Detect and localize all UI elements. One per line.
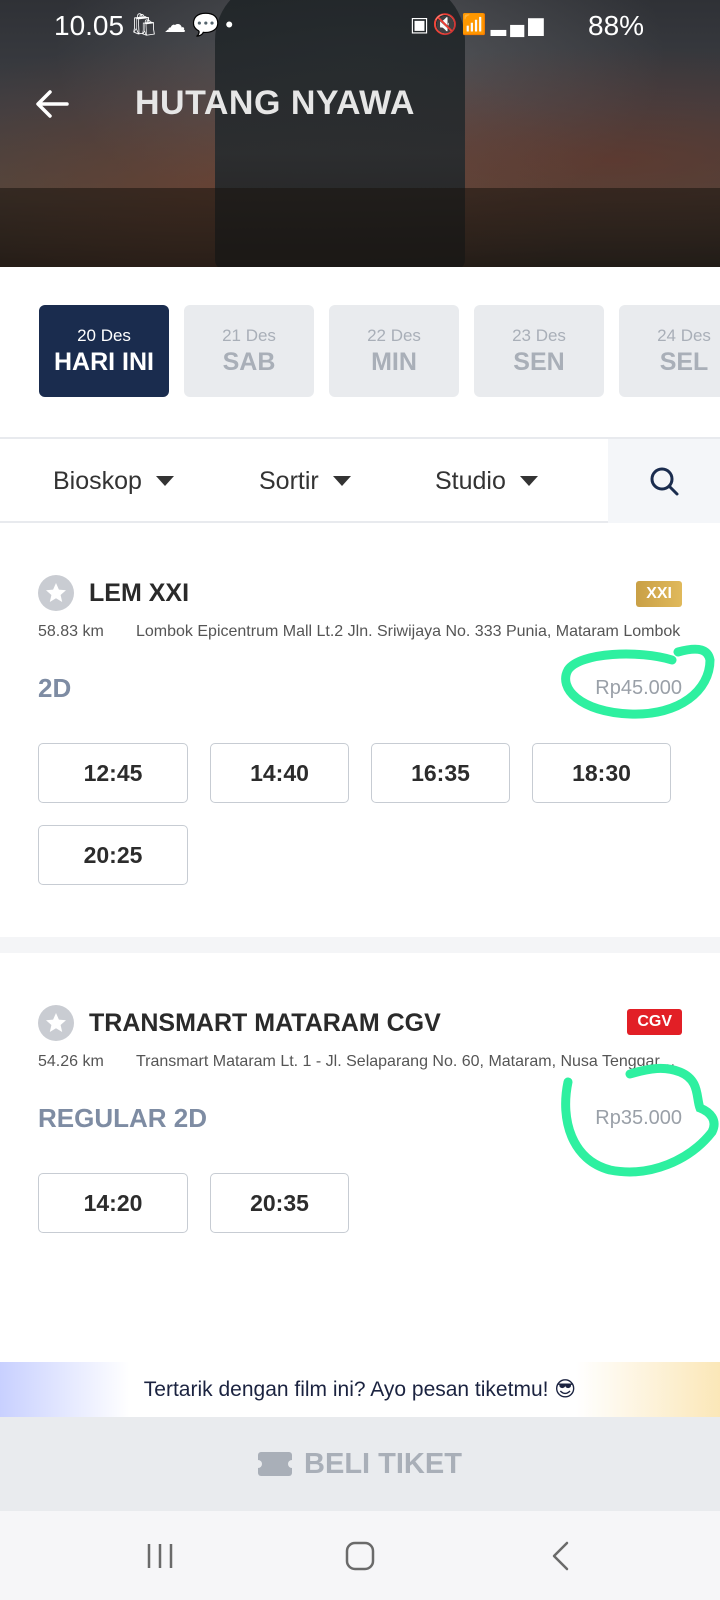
filter-bar: Bioskop Sortir Studio — [0, 439, 720, 523]
favorite-star-button[interactable] — [38, 575, 74, 611]
cinema-filter-dropdown[interactable]: Bioskop — [53, 439, 174, 523]
cinema-filter-label: Bioskop — [53, 466, 142, 495]
recent-apps-button[interactable] — [120, 1511, 200, 1600]
page-title: HUTANG NYAWA — [135, 84, 415, 122]
showtime-button[interactable]: 14:40 — [210, 743, 349, 803]
app-root: { "status_bar": { "time": "10.05", "batt… — [0, 0, 720, 1600]
date-label: 24 Des — [657, 325, 711, 345]
star-icon — [46, 1013, 66, 1032]
cinema-address: Transmart Mataram Lt. 1 - Jl. Selaparang… — [136, 1053, 684, 1070]
cinema-card-lem-xxi: LEM XXI XXI 58.83 km Lombok Epicentrum M… — [0, 523, 720, 937]
promo-text: Tertarik dengan film ini? Ayo pesan tike… — [143, 1378, 577, 1401]
day-label: SAB — [222, 347, 276, 376]
arrow-left-icon — [36, 90, 69, 118]
day-label: MIN — [371, 347, 417, 376]
search-icon — [650, 467, 679, 496]
date-tab-today[interactable]: 20 Des HARI INI — [39, 305, 169, 397]
ticket-icon — [254, 1452, 297, 1476]
showtime-button[interactable]: 18:30 — [532, 743, 671, 803]
date-tab[interactable]: 22 Des MIN — [329, 305, 459, 397]
date-selector: 20 Des HARI INI 21 Des SAB 22 Des MIN 23… — [0, 267, 720, 439]
banner-shade — [0, 188, 720, 267]
system-back-button[interactable] — [520, 1511, 600, 1600]
ticket-price: Rp35.000 — [595, 1107, 682, 1129]
day-label: SEN — [513, 347, 565, 376]
studio-filter-label: Studio — [435, 466, 506, 495]
date-tab[interactable]: 23 Des SEN — [474, 305, 604, 397]
sort-label: Sortir — [259, 466, 319, 495]
dot-icon: • — [225, 12, 240, 37]
battery-percent: 88% — [588, 10, 645, 41]
cloud-icon: ☁ — [163, 12, 192, 37]
buy-ticket-label: BELI TIKET — [304, 1447, 462, 1480]
cinema-address: Lombok Epicentrum Mall Lt.2 Jln. Sriwija… — [136, 623, 681, 640]
wifi-icon: 📶 — [461, 14, 491, 36]
recent-apps-icon — [147, 1543, 173, 1568]
day-label: HARI INI — [54, 347, 154, 376]
battery-saver-icon: ▣ — [410, 14, 433, 36]
xxi-badge: XXI — [636, 581, 682, 607]
sort-dropdown[interactable]: Sortir — [259, 439, 351, 523]
signal-icon: ▂▄▆ — [490, 14, 548, 36]
showtime-button[interactable]: 20:35 — [210, 1173, 349, 1233]
status-time: 10.05 — [54, 10, 125, 41]
date-label: 21 Des — [222, 325, 276, 345]
showtime-button[interactable]: 14:20 — [38, 1173, 188, 1233]
home-icon — [345, 1541, 375, 1570]
star-icon — [46, 583, 66, 602]
search-button[interactable] — [608, 439, 720, 523]
format-label: REGULAR 2D — [38, 1103, 208, 1133]
favorite-star-button[interactable] — [38, 1005, 74, 1041]
date-label: 23 Des — [512, 325, 566, 345]
promo-banner: Tertarik dengan film ini? Ayo pesan tike… — [0, 1362, 720, 1417]
date-tab[interactable]: 24 Des SEL — [619, 305, 720, 397]
buy-ticket-button[interactable]: BELI TIKET — [0, 1417, 720, 1511]
day-label: SEL — [659, 347, 709, 376]
cinema-name: TRANSMART MATARAM CGV — [89, 1009, 441, 1037]
cgv-badge: CGV — [627, 1009, 682, 1035]
ticket-price: Rp45.000 — [595, 677, 682, 699]
format-label: 2D — [38, 673, 72, 703]
chat-icon: 💬 — [191, 12, 226, 37]
movie-banner: 10.05 🛍☁💬• ▣🔇📶▂▄▆ 88% HUTANG NYAWA — [0, 0, 720, 267]
shopee-icon: 🛍 — [130, 12, 164, 37]
chevron-left-icon — [552, 1541, 569, 1570]
cinema-distance: 58.83 km — [38, 623, 104, 640]
date-tab[interactable]: 21 Des SAB — [184, 305, 314, 397]
status-bar: 10.05 🛍☁💬• ▣🔇📶▂▄▆ 88% — [0, 0, 720, 52]
showtime-button[interactable]: 16:35 — [371, 743, 510, 803]
showtime-button[interactable]: 12:45 — [38, 743, 188, 803]
cinema-distance: 54.26 km — [38, 1053, 104, 1070]
date-label: 20 Des — [77, 325, 131, 345]
date-label: 22 Des — [367, 325, 421, 345]
caret-down-icon — [155, 476, 174, 486]
system-nav-bar — [0, 1511, 720, 1600]
caret-down-icon — [519, 476, 538, 486]
notification-icons: 🛍☁💬• — [130, 12, 239, 38]
studio-filter-dropdown[interactable]: Studio — [435, 439, 538, 523]
mute-icon: 🔇 — [432, 14, 462, 36]
cinema-card-transmart-cgv: TRANSMART MATARAM CGV CGV 54.26 km Trans… — [0, 953, 720, 1333]
showtime-button[interactable]: 20:25 — [38, 825, 188, 885]
section-divider — [0, 937, 720, 953]
caret-down-icon — [332, 476, 351, 486]
system-icons: ▣🔇📶▂▄▆ — [410, 12, 548, 37]
home-button[interactable] — [320, 1511, 400, 1600]
back-button[interactable] — [30, 82, 74, 126]
cinema-name: LEM XXI — [89, 579, 190, 607]
